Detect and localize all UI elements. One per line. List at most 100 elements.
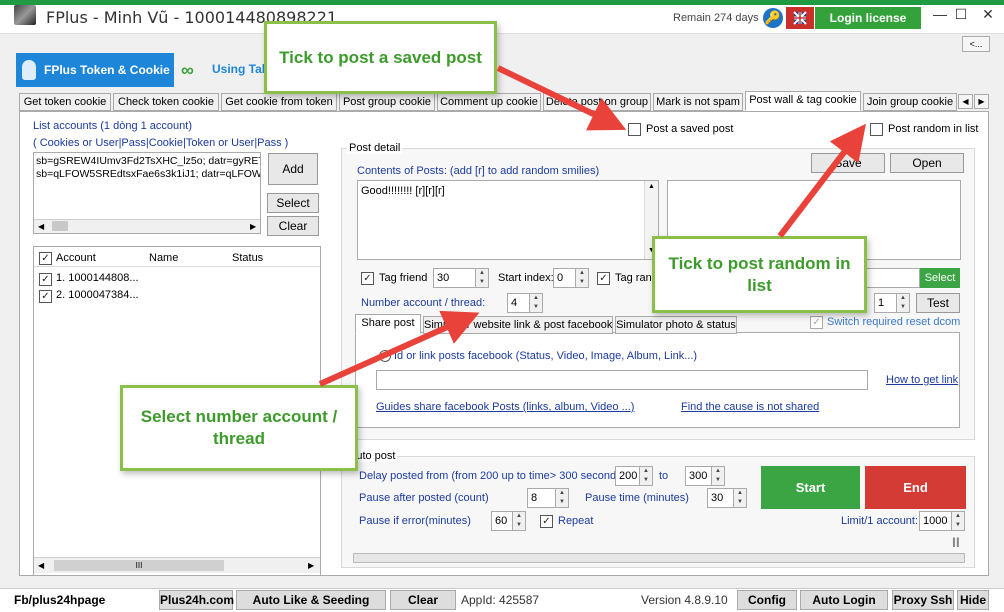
find-cause-link[interactable]: Find the cause is not shared [681, 401, 819, 413]
clear-cache-button[interactable]: Clear Cache [390, 590, 456, 612]
tab-get-token-cookie[interactable]: Get token cookie [19, 93, 111, 111]
config-button[interactable]: Config [737, 590, 797, 610]
stepper-arrows-icon[interactable]: ▲ ▼ [896, 294, 909, 312]
pause-icon[interactable]: II [952, 534, 960, 550]
table-row[interactable]: 1. 1000144808... [56, 272, 139, 284]
start-index-value: 0 [557, 272, 564, 284]
switch-reset-checkbox[interactable]: ✓ [810, 316, 823, 329]
tab-comment-up-cookie[interactable]: Comment up cookie [437, 93, 541, 111]
tab-post-group-cookie[interactable]: Post group cookie [339, 93, 435, 111]
delay-to-stepper[interactable]: 300 ▲ ▼ [685, 466, 725, 486]
pause-after-stepper[interactable]: 8 ▲ ▼ [527, 488, 569, 508]
stepper-arrows-icon[interactable]: ▲ ▼ [529, 294, 542, 312]
scroll-right-icon[interactable]: ▶ [250, 222, 256, 231]
delay-from-value: 200 [619, 470, 638, 482]
stepper-arrows-icon[interactable]: ▲ ▼ [951, 512, 964, 530]
scroll-left-icon[interactable]: ◀ [38, 561, 44, 570]
version-label: Version 4.8.9.10 [641, 593, 728, 607]
stepper-arrows-icon[interactable]: ▲ ▼ [555, 489, 568, 507]
stepper-arrows-icon[interactable]: ▲ ▼ [575, 269, 588, 287]
contents-textarea[interactable]: Good!!!!!!!! [r][r][r] ▲ ▼ [357, 180, 659, 260]
select-accounts-button[interactable]: Select [267, 193, 319, 213]
start-index-stepper[interactable]: 0 ▲ ▼ [553, 268, 589, 288]
clear-button[interactable]: Clear [267, 216, 319, 236]
pause-time-stepper[interactable]: 30 ▲ ▼ [707, 488, 747, 508]
hide-button[interactable]: Hide [957, 590, 989, 610]
limit-stepper[interactable]: 1000 ▲ ▼ [919, 511, 965, 531]
table-row[interactable]: 2. 1000047384... [56, 289, 139, 301]
thread-stepper[interactable]: 1 ▲ ▼ [874, 293, 910, 313]
tag-random-checkbox[interactable]: ✓ [597, 272, 610, 285]
tab-check-token-cookie[interactable]: Check token cookie [113, 93, 219, 111]
back-button[interactable]: <... [962, 36, 990, 52]
callout-random: Tick to post random in list [652, 236, 867, 313]
pause-error-stepper[interactable]: 60 ▲ ▼ [491, 511, 526, 531]
maximize-button[interactable]: ☐ [946, 6, 976, 26]
plus24h-button[interactable]: Plus24h.com [159, 590, 234, 610]
tag-friend-value: 30 [437, 272, 450, 284]
tag-random-label: Tag ran [615, 272, 652, 284]
account-format-label: ( Cookies or User|Pass|Cookie|Token or U… [33, 137, 289, 149]
select-field[interactable] [866, 268, 920, 288]
tab-simulator-website[interactable]: Simulator website link & post facebook [423, 316, 613, 334]
add-button[interactable]: Add [268, 153, 318, 185]
number-account-value: 4 [511, 297, 518, 309]
tab-post-wall-tag-cookie[interactable]: Post wall & tag cookie [745, 91, 861, 111]
number-account-stepper[interactable]: 4 ▲ ▼ [507, 293, 543, 313]
stepper-arrows-icon[interactable]: ▲ ▼ [475, 269, 488, 287]
tab-using-tab[interactable]: Using Tab [212, 62, 272, 76]
scroll-right-icon[interactable]: ▶ [308, 561, 314, 570]
tab-scroll-right-icon[interactable]: ▶ [974, 94, 989, 109]
tab-mark-not-spam[interactable]: Mark is not spam [653, 93, 743, 111]
tab-fplus-token-cookie[interactable]: FPlus Token & Cookie [16, 53, 174, 87]
test-button[interactable]: Test [916, 293, 960, 313]
repeat-checkbox[interactable]: ✓ [540, 515, 553, 528]
proxy-ssh-button[interactable]: Proxy Ssh [892, 590, 954, 610]
stepper-arrows-icon[interactable]: ▲ ▼ [639, 467, 652, 485]
close-button[interactable]: ✕ [973, 6, 1003, 26]
accounts-textarea[interactable]: sb=gSREW4IUmv3Fd2TsXHC_lz5o; datr=gyRET … [33, 152, 261, 234]
title-divider [0, 33, 1004, 34]
post-saved-checkbox[interactable] [628, 123, 641, 136]
login-license-button[interactable]: Login license [815, 7, 921, 29]
scroll-up-icon[interactable]: ▲ [648, 183, 655, 190]
row-checkbox[interactable]: ✓ [39, 290, 52, 303]
post-random-checkbox[interactable] [870, 123, 883, 136]
share-radio[interactable] [379, 350, 391, 362]
stepper-arrows-icon[interactable]: ▲ ▼ [733, 489, 746, 507]
uk-flag-icon[interactable] [786, 7, 814, 29]
delay-from-stepper[interactable]: 200 ▲ ▼ [615, 466, 653, 486]
horizontal-scrollbar[interactable]: ◀ ▶ [34, 219, 260, 233]
row-checkbox[interactable]: ✓ [39, 273, 52, 286]
how-to-get-link[interactable]: How to get link [886, 374, 958, 386]
select-button[interactable]: Select [920, 268, 960, 288]
tab-get-cookie-from-token[interactable]: Get cookie from token [221, 93, 337, 111]
pause-after-value: 8 [531, 492, 538, 504]
share-link-input[interactable] [376, 370, 868, 390]
col-account: Account [56, 252, 96, 264]
guides-share-link[interactable]: Guides share facebook Posts (links, albu… [376, 401, 634, 413]
start-button[interactable]: Start [761, 466, 860, 509]
tab-delete-post-on-group[interactable]: Delete post on group [543, 93, 651, 111]
tab-simulator-photo[interactable]: Simulator photo & status [615, 316, 737, 334]
end-button[interactable]: End [865, 466, 966, 509]
tag-friend-stepper[interactable]: 30 ▲ ▼ [433, 268, 489, 288]
open-button[interactable]: Open [890, 153, 964, 173]
scroll-thumb[interactable] [52, 221, 68, 231]
tab-join-group-cookie[interactable]: Join group cookie [863, 93, 957, 111]
stepper-arrows-icon[interactable]: ▲ ▼ [711, 467, 724, 485]
key-icon[interactable]: 🔑 [763, 8, 783, 28]
auto-like-button[interactable]: Auto Like & Seeding Com... [236, 590, 386, 612]
tag-friend-checkbox[interactable]: ✓ [361, 272, 374, 285]
content-value: Good!!!!!!!! [r][r][r] [361, 185, 445, 197]
scroll-left-icon[interactable]: ◀ [38, 222, 44, 231]
grid-scrollbar[interactable]: ◀ III ▶ [34, 557, 320, 573]
stepper-arrows-icon[interactable]: ▲ ▼ [512, 512, 525, 530]
select-all-checkbox[interactable]: ✓ [39, 252, 52, 265]
auto-login-button[interactable]: Auto Login [800, 590, 888, 610]
save-button[interactable]: Save [811, 153, 885, 173]
tab-share-post[interactable]: Share post [355, 314, 421, 334]
tab-scroll-left-icon[interactable]: ◀ [958, 94, 973, 109]
number-account-label: Number account / thread: [361, 297, 486, 309]
scroll-thumb[interactable]: III [54, 560, 224, 571]
